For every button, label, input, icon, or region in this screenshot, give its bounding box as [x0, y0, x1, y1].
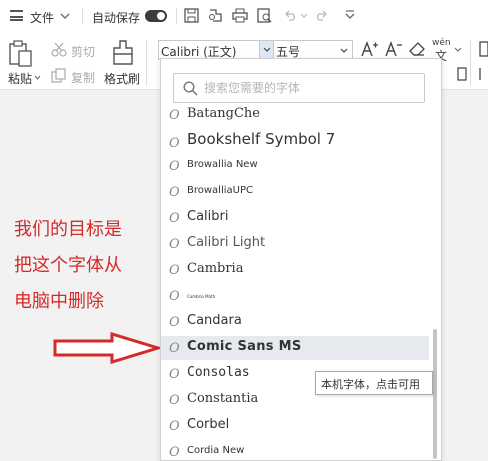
opentype-font-icon: O	[169, 185, 180, 200]
redo-icon[interactable]	[314, 9, 328, 21]
opentype-font-icon: O	[169, 211, 180, 226]
font-item-label: Calibri	[187, 209, 229, 224]
align-icon[interactable]	[478, 66, 488, 82]
font-item-browalliaupc[interactable]: O BrowalliaUPC	[161, 180, 431, 204]
font-item-comic-sans-ms[interactable]: O Comic Sans MS	[161, 336, 429, 360]
opentype-font-icon: O	[169, 136, 180, 151]
chevron-down-icon	[340, 48, 348, 53]
text-effect-icon[interactable]	[456, 66, 468, 82]
font-item-bookshelf-symbol-7[interactable]: O Bookshelf Symbol 7	[161, 128, 431, 152]
opentype-font-icon: O	[169, 159, 180, 174]
font-item-corbel[interactable]: O Corbel	[161, 414, 431, 438]
font-size-combo[interactable]: 五号	[273, 40, 353, 60]
save-icon[interactable]	[184, 8, 199, 23]
copy-button[interactable]: 复制	[71, 69, 95, 86]
chevron-down-icon	[263, 47, 271, 52]
font-item-calibri-light[interactable]: O Calibri Light	[161, 232, 431, 256]
font-item-label: Consolas	[187, 365, 250, 380]
chevron-down-icon[interactable]	[34, 75, 41, 80]
font-item-cambria[interactable]: O Cambria	[161, 258, 431, 282]
annotation-line: 把这个字体从	[14, 255, 122, 276]
customize-toolbar-icon[interactable]	[345, 10, 355, 21]
paragraph-tool-icon[interactable]	[478, 40, 488, 58]
hamburger-menu-icon[interactable]	[10, 10, 23, 21]
font-name-combo[interactable]: Calibri (正文)	[158, 40, 274, 60]
decrease-font-icon[interactable]	[384, 40, 402, 58]
divider	[146, 40, 147, 86]
red-arrow-annotation	[53, 331, 164, 365]
font-item-label: Browallia New	[187, 159, 258, 170]
font-item-browallia-new[interactable]: O Browallia New	[161, 154, 431, 178]
clear-format-icon[interactable]	[409, 42, 426, 57]
font-item-label: Constantia	[187, 391, 259, 406]
divider	[470, 40, 471, 86]
annotation-line: 电脑中删除	[14, 291, 104, 312]
opentype-font-icon: O	[169, 108, 180, 123]
divider	[82, 8, 83, 24]
font-item-label: Cambria Math	[187, 294, 216, 299]
font-tooltip: 本机字体，点击可用	[315, 371, 433, 395]
export-icon[interactable]	[208, 8, 223, 23]
font-item-label: Cordia New	[187, 445, 245, 456]
font-item-label: Comic Sans MS	[187, 339, 302, 354]
scissors-icon[interactable]	[51, 42, 67, 57]
font-item-batangche[interactable]: O BatangChe	[161, 103, 431, 127]
format-painter-icon[interactable]	[112, 40, 134, 66]
font-item-label: Corbel	[187, 417, 230, 432]
font-item-label: Calibri Light	[187, 235, 266, 250]
annotation-line: 我们的目标是	[14, 219, 122, 240]
opentype-font-icon: O	[169, 419, 180, 434]
print-icon[interactable]	[232, 8, 248, 23]
annotation-note: 我们的目标是 把这个字体从 电脑中删除	[14, 212, 149, 320]
undo-icon[interactable]	[284, 9, 298, 21]
opentype-font-icon: O	[169, 367, 180, 382]
cut-button[interactable]: 剪切	[71, 43, 95, 60]
chevron-down-icon[interactable]	[60, 12, 70, 20]
paste-icon[interactable]	[8, 40, 34, 68]
font-item-candara[interactable]: O Candara	[161, 310, 431, 334]
font-item-label: Cambria	[187, 261, 244, 276]
file-menu[interactable]: 文件	[30, 9, 54, 26]
font-item-label: Bookshelf Symbol 7	[187, 130, 336, 148]
font-search-box[interactable]	[173, 73, 425, 103]
font-item-cambria-math[interactable]: O Cambria Math	[161, 284, 431, 308]
autosave-toggle[interactable]	[145, 10, 167, 22]
print-preview-icon[interactable]	[257, 8, 273, 23]
paste-button[interactable]: 粘贴	[8, 70, 32, 87]
copy-icon[interactable]	[51, 68, 66, 83]
font-dropdown-toggle[interactable]	[259, 41, 273, 59]
chevron-down-icon[interactable]	[454, 47, 462, 53]
font-dropdown-panel: O BatangChe O Bookshelf Symbol 7 O Browa…	[160, 58, 442, 461]
format-painter-button[interactable]: 格式刷	[104, 70, 140, 87]
font-item-label: BatangChe	[187, 106, 260, 121]
font-item-calibri[interactable]: O Calibri	[161, 206, 431, 230]
font-list-scrollbar[interactable]	[433, 329, 437, 459]
font-item-label: BrowalliaUPC	[187, 185, 253, 196]
opentype-font-icon: O	[169, 393, 180, 408]
opentype-font-icon: O	[169, 289, 180, 304]
opentype-font-icon: O	[169, 315, 180, 330]
chevron-down-icon[interactable]	[300, 13, 308, 19]
opentype-font-icon: O	[169, 341, 180, 356]
autosave-label: 自动保存	[92, 11, 141, 25]
opentype-font-icon: O	[169, 263, 180, 278]
increase-font-icon[interactable]	[360, 40, 378, 58]
font-item-label: Candara	[187, 313, 242, 328]
font-item-cordia-new[interactable]: O Cordia New	[161, 440, 431, 460]
divider	[176, 8, 177, 24]
opentype-font-icon: O	[169, 445, 180, 460]
opentype-font-icon: O	[169, 237, 180, 252]
font-search-input[interactable]	[204, 79, 414, 97]
search-icon	[183, 81, 198, 96]
